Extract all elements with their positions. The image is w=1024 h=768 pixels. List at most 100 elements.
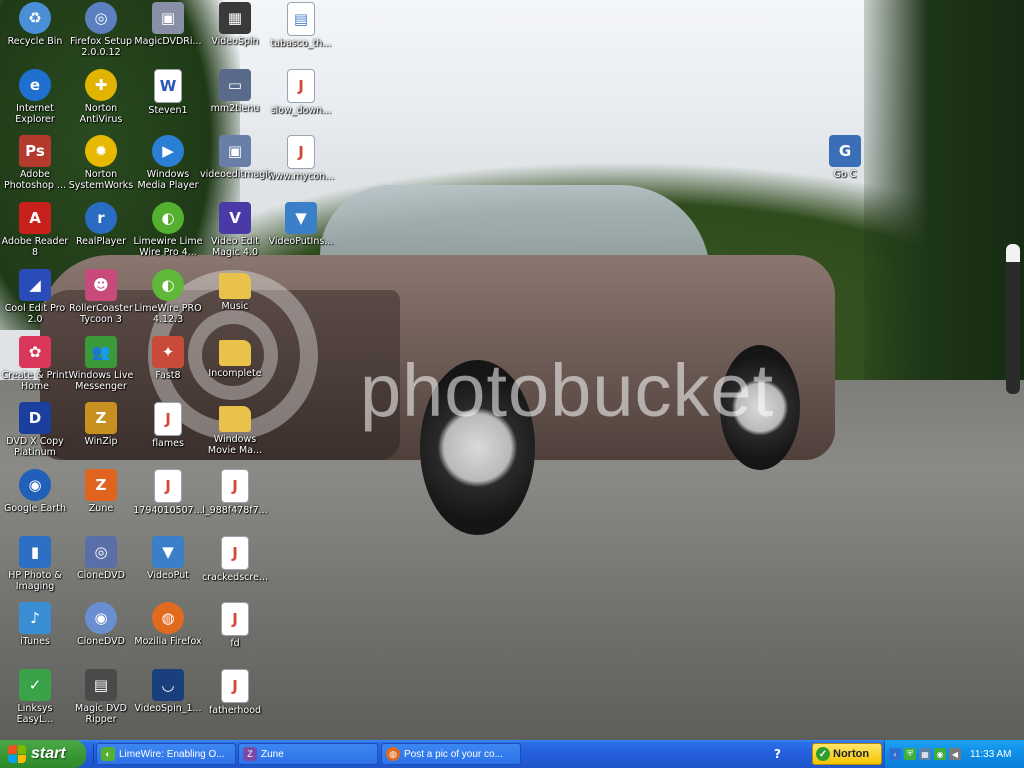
video-clapper-icon: ▦ (219, 2, 251, 34)
desktop-icon-video-edit-magic[interactable]: V Video Edit Magic 4.0 (200, 202, 270, 258)
desktop-icon-windows-media-player[interactable]: ▶ Windows Media Player (133, 135, 203, 191)
desktop-icon-label: VideoSpin (211, 36, 259, 47)
desktop-icon-label: VideoPutIns... (268, 236, 334, 248)
help-button[interactable]: ? (774, 747, 787, 761)
firefox-icon: ◍ (152, 602, 184, 635)
desktop-icon-label: VideoPut (147, 569, 189, 581)
desktop-icon-norton-systemworks[interactable]: ✹ Norton SystemWorks (66, 135, 136, 191)
desktop-icon-clonedvd-1[interactable]: ◎ CloneDVD (66, 535, 136, 581)
desktop-icon-label: Adobe Photoshop ... (4, 169, 66, 192)
desktop-icon-videospin[interactable]: ▦ VideoSpin (200, 2, 270, 47)
desktop-icon-magic-dvd-ripper[interactable]: ▤ Magic DVD Ripper (66, 669, 136, 725)
task-label: Post a pic of your co... (404, 748, 503, 760)
desktop-icon-fatherhood[interactable]: Jfatherhood (200, 669, 270, 716)
desktop-icon-crackedscre[interactable]: Jcrackedscre... (200, 535, 270, 583)
desktop-icon-recycle-bin[interactable]: ♻ Recycle Bin (0, 2, 70, 47)
desktop-icon-label: Cool Edit Pro 2.0 (4, 302, 66, 325)
limewire-icon: ◐ (152, 202, 184, 235)
desktop-icon-clonedvd-2[interactable]: ◉ CloneDVD (66, 602, 136, 647)
tray-update-icon[interactable]: ◉ (934, 748, 946, 760)
task-label: LimeWire: Enabling O... (119, 748, 225, 760)
desktop-icon-fast8[interactable]: ✦ Fast8 (133, 335, 203, 381)
video-edit-magic-icon: V (219, 202, 251, 235)
desktop-icon-incomplete[interactable]: Incomplete (200, 336, 270, 379)
desktop-icon-adobe-reader[interactable]: A Adobe Reader 8 (0, 202, 70, 258)
desktop-icon-label: Recycle Bin (7, 36, 63, 47)
desktop-icon-videoputins[interactable]: ▼ VideoPutIns... (266, 202, 336, 247)
desktop-icon-label: l_988f478f7... (202, 504, 268, 516)
desktop-icon-label: Incomplete (208, 367, 262, 379)
realplayer-icon: r (85, 202, 117, 235)
internet-explorer-icon: e (19, 68, 51, 101)
task-button-limewire[interactable]: ◐ LimeWire: Enabling O... (96, 743, 236, 765)
desktop-icon-videospin-1[interactable]: ◡ VideoSpin_1... (133, 669, 203, 714)
desktop-icon-google-earth[interactable]: ◉ Google Earth (0, 468, 70, 514)
tray-security-icon[interactable]: ⛨ (904, 748, 916, 760)
desktop-icon-www-mycon[interactable]: Jwww.mycon... (266, 135, 336, 182)
create-print-icon: ✿ (19, 335, 51, 368)
jpeg-file-icon: J (287, 135, 315, 170)
desktop-icon-dvd-x-copy[interactable]: D DVD X Copy Platinum (0, 402, 70, 458)
desktop-icon-internet-explorer[interactable]: e Internet Explorer (0, 68, 70, 125)
desktop-icon-mm2tienu[interactable]: ▭ mm2tienu (200, 68, 270, 114)
tray-network-icon[interactable]: ▦ (919, 748, 931, 760)
desktop-icon-tabasco[interactable]: ▤ tabasco_th... (266, 2, 336, 49)
task-button-zune[interactable]: Z Zune (238, 743, 378, 765)
desktop-icon-label: Firefox Setup 2.0.0.12 (69, 36, 133, 58)
desktop-icon-itunes[interactable]: ♪ iTunes (0, 602, 70, 647)
desktop-icon-zune[interactable]: Z Zune (66, 468, 136, 514)
start-button[interactable]: start (0, 740, 86, 768)
desktop-icon-limewire-pro[interactable]: ◐ LimeWire PRO 4.12.3 (133, 268, 203, 325)
desktop-icon-videoput[interactable]: ▼ VideoPut (133, 535, 203, 581)
desktop-icon-adobe-photoshop[interactable]: Ps Adobe Photoshop ... (0, 135, 70, 191)
norton-tray-button[interactable]: ✓ Norton (812, 743, 882, 765)
desktop-icon-norton-antivirus[interactable]: ✚ Norton AntiVirus (66, 68, 136, 125)
photoshop-icon: Ps (19, 135, 51, 168)
desktop-icon-label: VideoSpin_1... (134, 703, 202, 714)
desktop-icon-label: Adobe Reader 8 (1, 236, 69, 259)
tray-volume-icon[interactable]: ◀ (949, 748, 961, 760)
desktop-icon-label: Go C (833, 169, 857, 181)
desktop-icon-rollercoaster-tycoon[interactable]: ☻ RollerCoaster Tycoon 3 (66, 268, 136, 325)
rollercoaster-icon: ☻ (85, 268, 117, 301)
tray-show-hidden-icon[interactable]: ‹ (889, 748, 901, 760)
desktop-icon-label: Linksys EasyL... (16, 703, 54, 725)
desktop-icon-file-988f478f7[interactable]: Jl_988f478f7... (200, 468, 270, 516)
messenger-icon: 👥 (85, 335, 117, 368)
desktop-icon-label: Windows Movie Ma... (207, 434, 263, 457)
jpeg-file-icon: J (221, 669, 249, 703)
desktop-icon-videoeditmagic[interactable]: ▣ videoeditmagic (200, 135, 273, 180)
installer-icon: ▣ (219, 135, 251, 168)
desktop-icon-slow-down[interactable]: Jslow_down... (266, 68, 336, 116)
jpeg-file-icon: J (287, 68, 315, 103)
desktop-icon-label: fatherhood (208, 705, 262, 716)
desktop-icon-label: HP Photo & Imaging (8, 569, 62, 592)
desktop-icon-hp-photo-imaging[interactable]: ▮ HP Photo & Imaging (0, 535, 70, 592)
desktop-icon-windows-movie-maker[interactable]: Windows Movie Ma... (200, 402, 270, 456)
desktop-icon-firefox-setup[interactable]: ◎ Firefox Setup 2.0.0.12 (66, 2, 136, 58)
desktop-icon-fd[interactable]: Jfd (200, 602, 270, 649)
windows-logo-icon (8, 745, 26, 763)
desktop-icon-label: RealPlayer (75, 236, 127, 248)
folder-icon (219, 339, 251, 366)
desktop-icon-cool-edit-pro[interactable]: ◢ Cool Edit Pro 2.0 (0, 268, 70, 325)
taskbar: start ◐ LimeWire: Enabling O... Z Zune ◍… (0, 740, 1024, 768)
desktop-icon-file-1794[interactable]: J 1794010507... (133, 468, 203, 516)
desktop-icon-mozilla-firefox[interactable]: ◍ Mozilla Firefox (133, 602, 203, 647)
system-tray: ‹ ⛨ ▦ ◉ ◀ 11:33 AM (884, 740, 1024, 768)
desktop-icon-winzip[interactable]: Z WinZip (66, 402, 136, 447)
desktop-icon-go-c[interactable]: G Go C (810, 135, 880, 180)
task-button-firefox[interactable]: ◍ Post a pic of your co... (381, 743, 521, 765)
desktop-icon-windows-live-messenger[interactable]: 👥 Windows Live Messenger (66, 335, 136, 392)
desktop-icon-linksys-easylink[interactable]: ✓ Linksys EasyL... (0, 669, 70, 725)
desktop-icon-music[interactable]: Music (200, 269, 270, 312)
desktop-icon-magicdvdripper[interactable]: ▣ MagicDVDRi... (133, 2, 203, 47)
desktop-icon-limewire-lime[interactable]: ◐ Limewire Lime Wire Pro 4... (133, 202, 203, 258)
desktop-icon-create-print-home[interactable]: ✿ Create & Print Home (0, 335, 70, 392)
linksys-icon: ✓ (19, 669, 51, 701)
desktop-icon-steven1[interactable]: W Steven1 (133, 68, 203, 116)
clock[interactable]: 11:33 AM (970, 749, 1012, 760)
desktop-icon-flames[interactable]: Jflames (133, 402, 203, 449)
go-c-icon: G (829, 135, 861, 168)
desktop-icon-realplayer[interactable]: r RealPlayer (66, 202, 136, 247)
